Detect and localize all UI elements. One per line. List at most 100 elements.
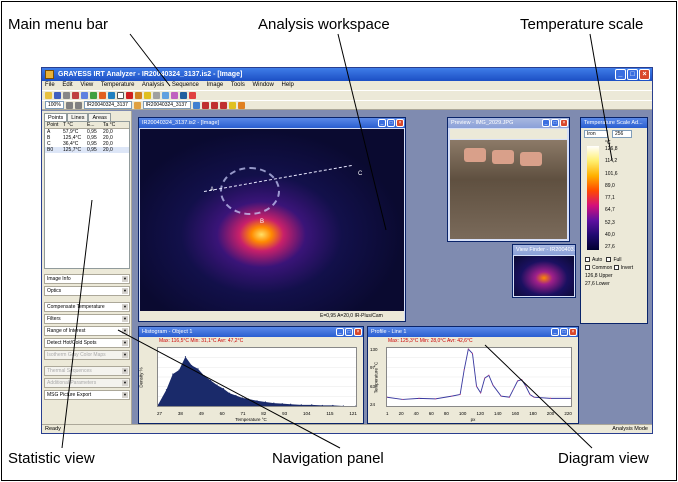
close-button[interactable]: × <box>560 119 568 127</box>
col-point[interactable]: Point <box>45 122 63 128</box>
maximize-button[interactable]: □ <box>551 119 559 127</box>
nav-range-of-interest[interactable]: Range of Interest ▼ <box>44 326 130 336</box>
col-emissivity[interactable]: E... <box>87 122 103 128</box>
rectangle-tool-icon[interactable] <box>117 92 124 99</box>
undo-icon[interactable] <box>99 92 106 99</box>
menu-temperature[interactable]: Temperature <box>101 82 135 88</box>
nav-isotherm[interactable]: Isotherm Gray Color Maps ▼ <box>44 350 130 360</box>
histogram-plot[interactable] <box>157 347 357 407</box>
image-window-title[interactable]: IR20040324_3137.is2 - [Image] <box>139 118 405 128</box>
profile-plot[interactable] <box>386 347 572 407</box>
star-icon[interactable] <box>228 101 236 109</box>
view-finder-title[interactable]: View Finder - IR200403... <box>513 245 575 255</box>
nav-msg-picture-export[interactable]: MSG Picture Export ▼ <box>44 390 130 400</box>
copy-icon[interactable] <box>81 92 88 99</box>
close-button[interactable]: × <box>569 328 577 336</box>
lower-value[interactable]: 27,6 <box>585 281 595 287</box>
view-finder-thumbnail[interactable] <box>514 256 574 296</box>
common-checkbox[interactable] <box>585 265 590 271</box>
arrow-tool-icon[interactable] <box>192 101 200 109</box>
marker-c[interactable]: C <box>358 171 362 177</box>
marker-x-icon[interactable] <box>201 101 209 109</box>
close-button[interactable]: × <box>354 328 362 336</box>
upper-value[interactable]: 126,8 <box>585 273 598 279</box>
col-ambient[interactable]: Ta °C <box>103 122 127 128</box>
palette-icon[interactable] <box>189 92 196 99</box>
nav-image-info[interactable]: Image Info ▼ <box>44 274 130 284</box>
nav-filters[interactable]: Filters ▼ <box>44 314 130 324</box>
profile-ylabel: Temperature °C <box>373 361 379 394</box>
palette-select[interactable]: Iron <box>584 130 608 138</box>
close-button[interactable]: × <box>396 119 404 127</box>
full-checkbox[interactable] <box>606 257 612 263</box>
nav-thermal-sequences[interactable]: Thermal Sequences ▼ <box>44 366 130 376</box>
menu-file[interactable]: File <box>45 82 55 88</box>
app-titlebar[interactable]: GRAYESS IRT Analyzer - IR20040324_3137.i… <box>42 68 652 81</box>
histogram-point <box>273 402 275 404</box>
minimize-button[interactable]: _ <box>336 328 344 336</box>
menu-help[interactable]: Help <box>282 82 294 88</box>
histogram-icon[interactable] <box>162 92 169 99</box>
invert-checkbox[interactable] <box>613 265 619 271</box>
histogram-legend: Max: 116,5°C Min: 31,1°C Avr: 47,2°C <box>159 338 244 344</box>
back-icon[interactable] <box>65 101 73 109</box>
menu-sequence[interactable]: Sequence <box>172 82 199 88</box>
sun-icon[interactable] <box>237 101 245 109</box>
maximize-button[interactable]: □ <box>387 119 395 127</box>
file-combo-1[interactable]: IR20040324_3137 <box>83 101 132 109</box>
thermal-image[interactable]: A B C <box>140 129 404 311</box>
col-temperature[interactable]: T °C <box>63 122 87 128</box>
save-icon[interactable] <box>54 92 61 99</box>
pencil-icon[interactable] <box>144 92 151 99</box>
tab-lines[interactable]: Lines <box>67 113 89 121</box>
profile-point <box>549 397 552 399</box>
nav-additional-parameters[interactable]: Additional Parameters ▼ <box>44 378 130 388</box>
marker-a[interactable]: A <box>210 187 214 193</box>
maximize-button[interactable]: □ <box>627 69 638 80</box>
tab-points[interactable]: Points <box>44 113 68 121</box>
menu-edit[interactable]: Edit <box>62 82 72 88</box>
color-scale-bar[interactable] <box>587 146 599 250</box>
chevron-down-icon: ▼ <box>122 340 128 346</box>
tab-areas[interactable]: Areas <box>88 113 111 121</box>
measurement-area[interactable] <box>220 167 280 215</box>
histogram-title[interactable]: Histogram - Object 1 <box>139 327 363 337</box>
steps-select[interactable]: 256 <box>612 130 632 138</box>
marker-x3-icon[interactable] <box>219 101 227 109</box>
menu-window[interactable]: Window <box>253 82 274 88</box>
profile-title[interactable]: Profile - Line 1 <box>368 327 578 337</box>
thermometer-icon[interactable] <box>180 92 187 99</box>
line-tool-icon[interactable] <box>135 92 142 99</box>
nav-optics[interactable]: Optics ▼ <box>44 286 130 296</box>
print-icon[interactable] <box>63 92 70 99</box>
cut-icon[interactable] <box>72 92 79 99</box>
zoom-combo[interactable]: 100% <box>45 101 64 109</box>
menu-image[interactable]: Image <box>207 82 224 88</box>
marker-b[interactable]: B <box>260 219 264 225</box>
minimize-button[interactable]: _ <box>551 328 559 336</box>
minimize-button[interactable]: _ <box>615 69 626 80</box>
menu-tools[interactable]: Tools <box>231 82 245 88</box>
close-button[interactable]: × <box>639 69 650 80</box>
compare-icon[interactable] <box>133 101 141 109</box>
temperature-scale-title[interactable]: Temperature Scale Ad... <box>581 118 647 128</box>
menu-view[interactable]: View <box>80 82 93 88</box>
profile-icon[interactable] <box>171 92 178 99</box>
file-combo-2[interactable]: IR20040324_3137 <box>142 101 191 109</box>
minimize-button[interactable]: _ <box>542 119 550 127</box>
point-tool-icon[interactable] <box>108 92 115 99</box>
open-icon[interactable] <box>45 92 52 99</box>
table-row[interactable]: B0 125,7°C 0,95 20,0 <box>45 147 129 153</box>
forward-icon[interactable] <box>74 101 82 109</box>
maximize-button[interactable]: □ <box>560 328 568 336</box>
marker-x2-icon[interactable] <box>210 101 218 109</box>
maximize-button[interactable]: □ <box>345 328 353 336</box>
nav-detect-spots[interactable]: Detect Hot/Cold Spots ▼ <box>44 338 130 348</box>
paste-icon[interactable] <box>90 92 97 99</box>
menu-analysis[interactable]: Analysis <box>142 82 164 88</box>
delete-icon[interactable] <box>126 92 133 99</box>
minimize-button[interactable]: _ <box>378 119 386 127</box>
grid-icon[interactable] <box>153 92 160 99</box>
auto-checkbox[interactable] <box>585 257 590 263</box>
nav-compensate-temperature[interactable]: Compensate Temperature ▼ <box>44 302 130 312</box>
